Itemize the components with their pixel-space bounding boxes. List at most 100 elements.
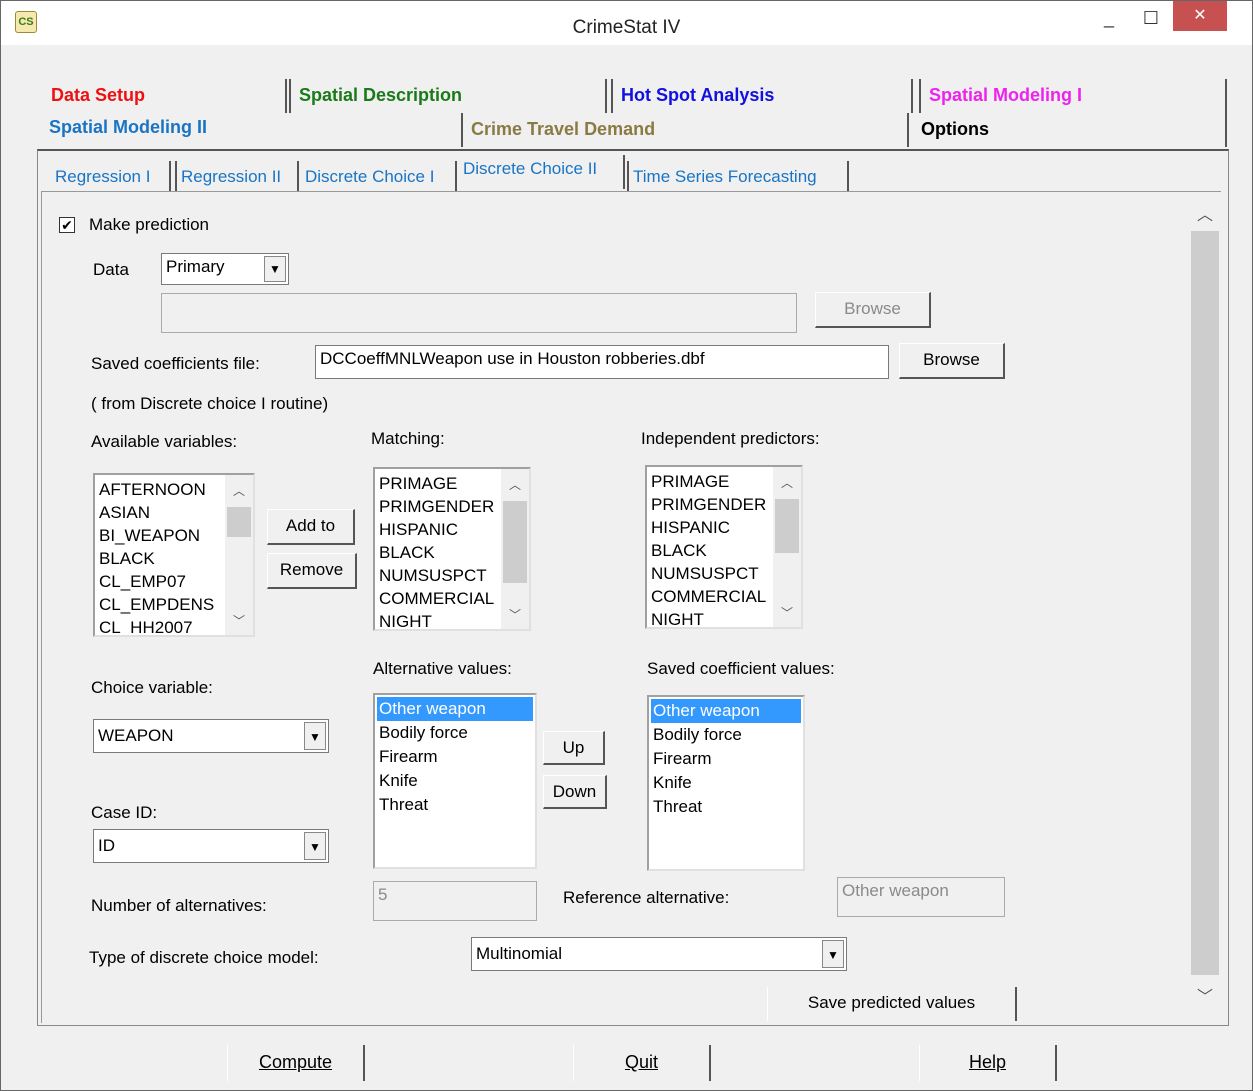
list-item-selected[interactable]: Other weapon [651, 699, 801, 723]
quit-button[interactable]: Quit [573, 1045, 711, 1081]
list-item[interactable]: NIGHT [379, 610, 432, 629]
number-of-alternatives-field[interactable]: 5 [373, 881, 537, 921]
subtab-regression-1[interactable]: Regression I [51, 161, 171, 191]
list-item[interactable]: Knife [653, 771, 692, 795]
saved-coefficient-values-list[interactable]: Other weapon Bodily force Firearm Knife … [647, 695, 805, 871]
list-item[interactable]: BLACK [99, 547, 155, 571]
case-id-select[interactable]: ID ▼ [93, 829, 329, 863]
maximize-icon[interactable]: ☐ [1136, 5, 1166, 33]
model-type-select[interactable]: Multinomial ▼ [471, 937, 847, 971]
saved-coefficients-field[interactable]: DCCoeffMNLWeapon use in Houston robberie… [315, 345, 889, 379]
scrollbar-thumb[interactable] [227, 507, 251, 537]
list-item[interactable]: COMMERCIAL [651, 585, 766, 609]
list-item[interactable]: Firearm [653, 747, 712, 771]
chevron-down-icon[interactable]: ﹀ [225, 609, 253, 633]
add-to-button[interactable]: Add to [267, 509, 355, 545]
list-item[interactable]: PRIMGENDER [379, 495, 494, 519]
list-item[interactable]: CL_EMP07 [99, 570, 186, 594]
matching-list[interactable]: PRIMAGE PRIMGENDER HISPANIC BLACK NUMSUS… [373, 467, 531, 631]
list-item[interactable]: NUMSUSPCT [651, 562, 759, 586]
scrollbar-thumb[interactable] [503, 501, 527, 583]
list-item-selected[interactable]: Other weapon [377, 697, 533, 721]
scroll-down-icon[interactable]: ﹀ [1189, 983, 1221, 1013]
matching-label: Matching: [371, 429, 445, 448]
matching-list-scrollbar[interactable]: ︿ ﹀ [501, 469, 529, 629]
alternative-values-label: Alternative values: [373, 659, 512, 678]
window-title: CrimeStat IV [572, 17, 681, 38]
scroll-up-icon[interactable]: ︿ [1189, 201, 1221, 231]
list-item[interactable]: AFTERNOON [99, 478, 206, 502]
chevron-up-icon[interactable]: ︿ [501, 473, 529, 497]
list-item[interactable]: Threat [379, 793, 428, 817]
subtab-discrete-choice-1[interactable]: Discrete Choice I [301, 161, 457, 191]
list-item[interactable]: CL_EMPDENS [99, 593, 214, 617]
list-item[interactable]: COMMERCIAL [379, 587, 494, 611]
saved-coefficient-values-label: Saved coefficient values: [647, 659, 835, 678]
list-item[interactable]: PRIMAGE [651, 470, 729, 494]
available-variables-label: Available variables: [91, 432, 238, 451]
list-item[interactable]: HISPANIC [651, 516, 730, 540]
compute-button[interactable]: Compute [227, 1045, 365, 1081]
chevron-down-icon[interactable]: ﹀ [501, 603, 529, 627]
list-item[interactable]: PRIMAGE [379, 472, 457, 496]
list-item[interactable]: NIGHT [651, 608, 704, 627]
tab-spatial-modeling-2[interactable]: Spatial Modeling II [41, 111, 461, 145]
subtab-regression-2[interactable]: Regression II [175, 161, 299, 191]
list-item[interactable]: Firearm [379, 745, 438, 769]
list-item[interactable]: Knife [379, 769, 418, 793]
choice-variable-select[interactable]: WEAPON ▼ [93, 719, 329, 753]
data-label: Data [93, 260, 129, 279]
tab-options[interactable]: Options [913, 113, 1227, 147]
alternative-values-list[interactable]: Other weapon Bodily force Firearm Knife … [373, 693, 537, 869]
browse-coefficients-button[interactable]: Browse [899, 343, 1005, 379]
subtab-discrete-choice-2[interactable]: Discrete Choice II [459, 155, 625, 189]
chevron-down-icon[interactable]: ﹀ [773, 601, 801, 625]
list-item[interactable]: NUMSUSPCT [379, 564, 487, 588]
model-type-value: Multinomial [476, 944, 562, 963]
list-item[interactable]: Bodily force [653, 723, 742, 747]
tab-spatial-description[interactable]: Spatial Description [289, 79, 607, 113]
data-select[interactable]: Primary ▼ [161, 253, 289, 285]
list-item[interactable]: HISPANIC [379, 518, 458, 542]
down-button[interactable]: Down [543, 775, 607, 809]
remove-button[interactable]: Remove [267, 553, 357, 589]
tab-data-setup[interactable]: Data Setup [43, 79, 287, 113]
chevron-down-icon[interactable]: ▼ [304, 722, 326, 750]
save-predicted-values-button[interactable]: Save predicted values [767, 987, 1017, 1021]
subtab-time-series-forecasting[interactable]: Time Series Forecasting [627, 161, 849, 191]
list-item[interactable]: PRIMGENDER [651, 493, 766, 517]
scrollbar-thumb[interactable] [775, 499, 799, 553]
chevron-down-icon[interactable]: ▼ [822, 940, 844, 968]
help-button[interactable]: Help [919, 1045, 1057, 1081]
chevron-up-icon[interactable]: ︿ [773, 471, 801, 495]
list-item[interactable]: BLACK [379, 541, 435, 565]
list-item[interactable]: Threat [653, 795, 702, 819]
panel-scrollbar[interactable]: ︿ ﹀ [1189, 199, 1221, 1021]
chevron-down-icon[interactable]: ▼ [304, 832, 326, 860]
scrollbar-thumb[interactable] [1191, 231, 1219, 975]
tab-hot-spot-analysis[interactable]: Hot Spot Analysis [611, 79, 913, 113]
help-label: Help [968, 1052, 1007, 1072]
list-item[interactable]: CL_HH2007 [99, 616, 193, 635]
list-item[interactable]: Bodily force [379, 721, 468, 745]
tab-crime-travel-demand[interactable]: Crime Travel Demand [461, 113, 909, 147]
available-list-scrollbar[interactable]: ︿ ﹀ [225, 475, 253, 635]
predictors-list-scrollbar[interactable]: ︿ ﹀ [773, 467, 801, 627]
make-prediction-label: Make prediction [89, 215, 210, 234]
independent-predictors-list[interactable]: PRIMAGE PRIMGENDER HISPANIC BLACK NUMSUS… [645, 465, 803, 629]
available-variables-list[interactable]: AFTERNOON ASIAN BI_WEAPON BLACK CL_EMP07… [93, 473, 255, 637]
data-file-field[interactable] [161, 293, 797, 333]
chevron-up-icon[interactable]: ︿ [225, 479, 253, 503]
minimize-icon[interactable]: _ [1094, 5, 1124, 33]
tab-spatial-modeling-1[interactable]: Spatial Modeling I [919, 79, 1227, 113]
make-prediction-checkbox[interactable]: ✔ [59, 217, 75, 233]
reference-alternative-field[interactable]: Other weapon [837, 877, 1005, 917]
list-item[interactable]: ASIAN [99, 501, 150, 525]
up-button[interactable]: Up [543, 731, 605, 765]
number-of-alternatives-label: Number of alternatives: [91, 896, 267, 915]
chevron-down-icon[interactable]: ▼ [264, 256, 286, 282]
browse-data-button[interactable]: Browse [815, 292, 931, 328]
close-icon[interactable]: ✕ [1173, 1, 1227, 31]
list-item[interactable]: BLACK [651, 539, 707, 563]
list-item[interactable]: BI_WEAPON [99, 524, 200, 548]
